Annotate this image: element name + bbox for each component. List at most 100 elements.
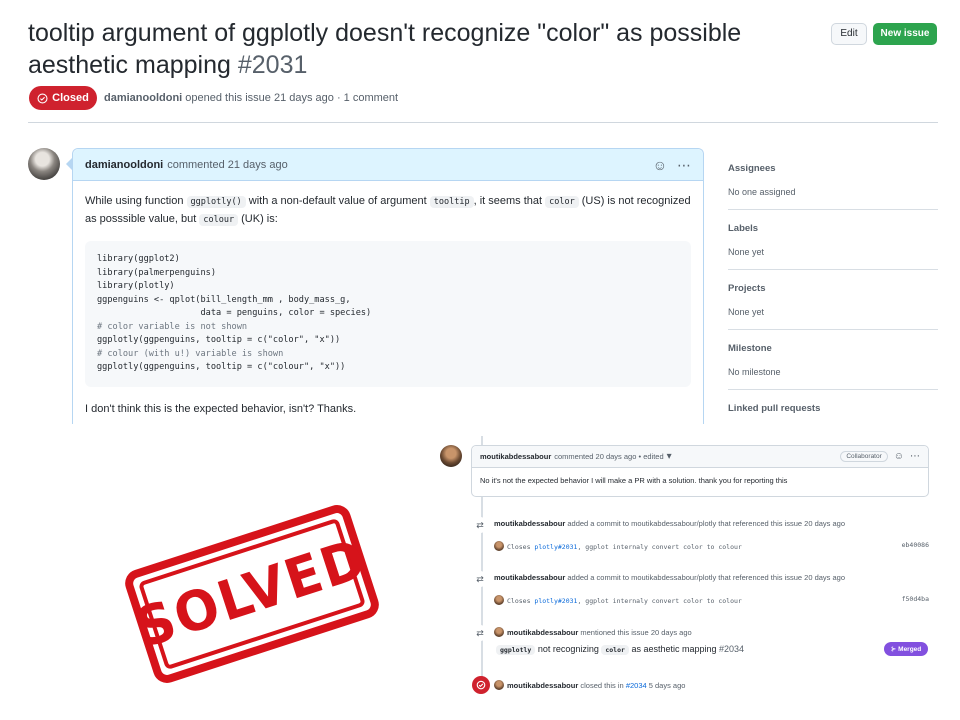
code-line: ggplotly(ggpenguins, tooltip = c("color"… bbox=[97, 335, 341, 345]
event-author-link[interactable]: moutikabdessabour bbox=[507, 681, 578, 690]
code-line: library(plotly) bbox=[97, 281, 175, 291]
new-issue-button[interactable]: New issue bbox=[873, 23, 937, 45]
sidebar-labels[interactable]: Labels None yet bbox=[728, 210, 938, 270]
reply-author-link[interactable]: moutikabdessabour bbox=[480, 452, 551, 461]
collaborator-badge: Collaborator bbox=[840, 451, 888, 462]
code-comment-line: # colour (with u!) variable is shown bbox=[97, 348, 284, 359]
event-author-link[interactable]: moutikabdessabour bbox=[494, 519, 565, 528]
issue-number: #2031 bbox=[237, 51, 308, 79]
code-comment-line: # color variable is not shown bbox=[97, 321, 248, 332]
linked-pr-title[interactable]: ggplotly not recognizing color as aesthe… bbox=[496, 644, 876, 655]
merged-badge: ⊱ Merged bbox=[884, 642, 928, 656]
solved-stamp: SOLVED bbox=[121, 501, 383, 687]
more-options-icon[interactable]: ⋯ bbox=[677, 158, 691, 172]
reaction-smiley-icon[interactable]: ☺ bbox=[653, 158, 667, 172]
reply-comment: moutikabdessabour commented 20 days ago … bbox=[471, 445, 929, 497]
sidebar-value: No one assigned bbox=[728, 187, 796, 197]
comment-body: While using function ggplotly() with a n… bbox=[73, 181, 703, 430]
commit-sha[interactable]: f50d4ba bbox=[902, 595, 929, 603]
commit-row[interactable]: Closes plotly#2031, ggplot internaly con… bbox=[494, 595, 931, 605]
commit-sha[interactable]: eb40086 bbox=[902, 541, 929, 549]
sidebar-title: Linked pull requests bbox=[728, 403, 821, 414]
event-author-link[interactable]: moutikabdessabour bbox=[507, 628, 578, 637]
merged-label: Merged bbox=[898, 645, 922, 653]
comment-intro: While using function ggplotly() with a n… bbox=[85, 193, 691, 229]
chevron-down-icon[interactable]: ▾ bbox=[667, 451, 672, 462]
code-line: library(ggplot2) bbox=[97, 254, 180, 264]
commit-row[interactable]: Closes plotly#2031, ggplot internaly con… bbox=[494, 541, 931, 551]
issue-author-link[interactable]: damianooldoni bbox=[104, 92, 182, 104]
reply-header: moutikabdessabour commented 20 days ago … bbox=[472, 446, 928, 468]
event-text: mentioned this issue 20 days ago bbox=[580, 628, 692, 637]
code-line: library(palmerpenguins) bbox=[97, 267, 216, 278]
pr-number: #2034 bbox=[719, 644, 745, 654]
inline-code: color bbox=[545, 196, 579, 208]
comment-text: , it seems that bbox=[473, 195, 546, 207]
sidebar-title: Milestone bbox=[728, 343, 772, 354]
avatar bbox=[494, 680, 504, 690]
status-label: Closed bbox=[52, 92, 89, 104]
reply-body: No it's not the expected behavior I will… bbox=[480, 476, 788, 485]
git-commit-icon: ⇄ bbox=[472, 571, 488, 587]
status-badge: Closed bbox=[29, 86, 97, 110]
comment-text: with a non-default value of argument bbox=[245, 195, 430, 207]
event-text: added a commit to moutikabdessabour/plot… bbox=[567, 519, 846, 528]
issue-comment: damianooldoni commented 21 days ago ☺ ⋯ … bbox=[72, 148, 704, 424]
event-text: 5 days ago bbox=[646, 681, 686, 690]
inline-code: colour bbox=[199, 214, 239, 226]
issue-closed-icon bbox=[472, 676, 490, 694]
comment-closing: I don't think this is the expected behav… bbox=[85, 402, 357, 415]
comment-author-link[interactable]: damianooldoni bbox=[85, 159, 163, 171]
cross-reference-icon: ⇄ bbox=[472, 625, 488, 641]
closing-pr-link[interactable]: #2034 bbox=[626, 681, 647, 690]
more-options-icon[interactable]: ⋯ bbox=[910, 451, 920, 462]
git-commit-icon: ⇄ bbox=[472, 517, 488, 533]
sidebar-value: No milestone bbox=[728, 367, 781, 377]
header-divider bbox=[28, 122, 938, 123]
code-line: data = penguins, color = species) bbox=[97, 308, 372, 318]
stamp-text: SOLVED bbox=[128, 527, 376, 661]
sidebar-title: Assignees bbox=[728, 163, 776, 174]
sidebar-title: Projects bbox=[728, 283, 766, 294]
issue-meta-text: opened this issue 21 days ago · 1 commen… bbox=[185, 92, 399, 104]
inline-code: ggplotly bbox=[496, 645, 536, 655]
commit-prefix: Closes bbox=[507, 543, 535, 551]
comment-header: damianooldoni commented 21 days ago ☺ ⋯ bbox=[73, 149, 703, 181]
pr-text: not recognizing bbox=[535, 644, 602, 654]
reply-timestamp[interactable]: commented 20 days ago • edited bbox=[554, 452, 663, 461]
commit-issue-link[interactable]: plotly#2031 bbox=[534, 597, 577, 605]
issue-closed-icon bbox=[37, 92, 48, 104]
avatar bbox=[494, 541, 504, 551]
sidebar-linked-prs[interactable]: Linked pull requests bbox=[728, 390, 938, 450]
issue-sidebar: Assignees No one assigned Labels None ye… bbox=[728, 150, 938, 450]
merge-icon: ⊱ bbox=[890, 646, 897, 653]
sidebar-assignees[interactable]: Assignees No one assigned bbox=[728, 150, 938, 210]
pr-text: as aesthetic mapping bbox=[628, 644, 719, 654]
issue-meta: damianooldoni opened this issue 21 days … bbox=[104, 92, 398, 104]
inline-code: color bbox=[601, 645, 629, 655]
avatar[interactable] bbox=[28, 148, 60, 180]
commit-message: , ggplot internaly convert color to colo… bbox=[577, 543, 742, 551]
code-block: library(ggplot2) library(palmerpenguins) l… bbox=[85, 241, 691, 387]
sidebar-title: Labels bbox=[728, 223, 759, 234]
code-line: ggpenguins <- qplot(bill_length_mm , bod… bbox=[97, 294, 351, 305]
sidebar-value: None yet bbox=[728, 247, 765, 257]
inline-code: ggplotly() bbox=[186, 196, 246, 208]
avatar[interactable] bbox=[440, 445, 462, 467]
reaction-smiley-icon[interactable]: ☺ bbox=[894, 451, 904, 462]
comment-text: While using function bbox=[85, 195, 187, 207]
avatar bbox=[494, 627, 504, 637]
sidebar-milestone[interactable]: Milestone No milestone bbox=[728, 330, 938, 390]
event-author-link[interactable]: moutikabdessabour bbox=[494, 573, 565, 582]
code-line: ggplotly(ggpenguins, tooltip = c("colour… bbox=[97, 362, 346, 372]
commit-issue-link[interactable]: plotly#2031 bbox=[534, 543, 577, 551]
edit-button[interactable]: Edit bbox=[831, 23, 867, 45]
avatar bbox=[494, 595, 504, 605]
event-text: closed this in bbox=[580, 681, 626, 690]
comment-timestamp[interactable]: commented 21 days ago bbox=[167, 159, 287, 171]
issue-title: tooltip argument of ggplotly doesn't rec… bbox=[28, 17, 818, 81]
event-text: added a commit to moutikabdessabour/plot… bbox=[567, 573, 846, 582]
commit-prefix: Closes bbox=[507, 597, 535, 605]
sidebar-value: None yet bbox=[728, 307, 765, 317]
sidebar-projects[interactable]: Projects None yet bbox=[728, 270, 938, 330]
